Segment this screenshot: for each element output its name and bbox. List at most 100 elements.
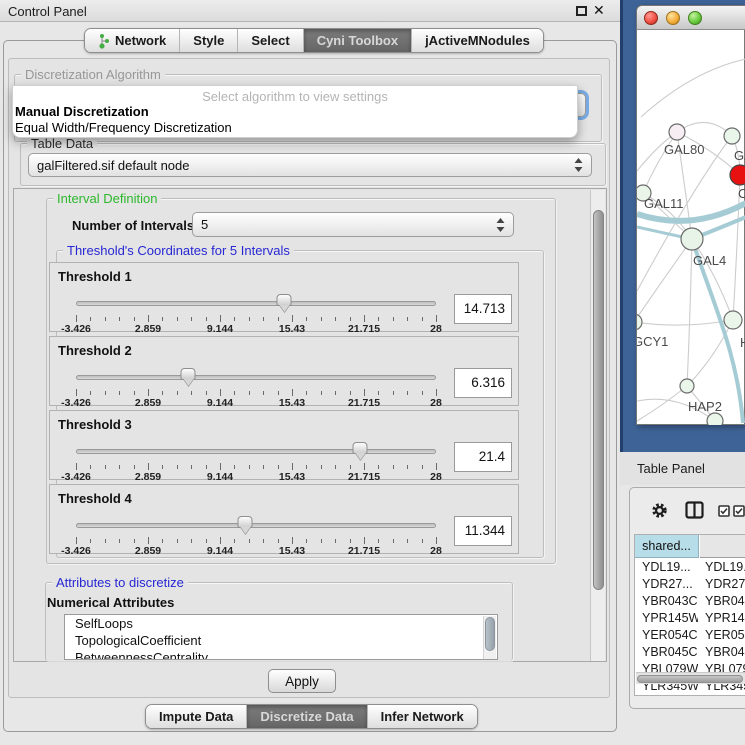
stepper-arrows-icon xyxy=(496,218,505,232)
popup-item-equal-width-frequency[interactable]: Equal Width/Frequency Discretization xyxy=(15,120,232,135)
threshold-1-slider[interactable]: -3.4262.8599.14415.4321.71528 xyxy=(76,291,436,331)
horizontal-scrollbar-thumb[interactable] xyxy=(637,675,743,683)
tab-infer-network[interactable]: Infer Network xyxy=(367,705,477,728)
control-panel-titlebar: Control Panel ✕ xyxy=(0,0,620,22)
node-label-gal4: GAL4 xyxy=(693,253,726,268)
node-bottom[interactable] xyxy=(707,413,723,425)
zoom-traffic-light-icon[interactable] xyxy=(688,11,702,25)
horizontal-scrollbar[interactable] xyxy=(636,672,745,684)
threshold-3-label: Threshold 3 xyxy=(58,417,132,432)
checkbox-checked-icon[interactable] xyxy=(718,505,730,517)
threshold-2-value-field[interactable]: 6.316 xyxy=(454,368,512,398)
threshold-2-slider[interactable]: -3.4262.8599.14415.4321.71528 xyxy=(76,365,436,405)
stepper-arrows-icon xyxy=(574,158,583,172)
node-label-hap2: HAP2 xyxy=(688,399,722,414)
group-title-discretization-algorithm: Discretization Algorithm xyxy=(21,67,165,82)
table-panel: shared... na YDL19...YDL19... YDR27...YD… xyxy=(629,487,745,709)
threshold-2-label: Threshold 2 xyxy=(58,343,132,358)
table-row[interactable]: YBR043CYBR043C xyxy=(635,593,745,610)
threshold-1-value-field[interactable]: 14.713 xyxy=(454,294,512,324)
network-icon xyxy=(98,33,110,49)
tab-jactivemnodules[interactable]: jActiveMNodules xyxy=(411,29,543,52)
threshold-4-value-field[interactable]: 11.344 xyxy=(454,516,512,546)
list-item-betweennesscentrality[interactable]: BetweennessCentrality xyxy=(65,649,497,660)
slider-thumb[interactable] xyxy=(180,368,195,380)
group-title-thresholds: Threshold's Coordinates for 5 Intervals xyxy=(63,243,294,258)
threshold-3-panel: Threshold 3 -3.4262.8599.14415.4321.7152… xyxy=(49,410,519,480)
numerical-attributes-label: Numerical Attributes xyxy=(47,595,174,610)
tab-style[interactable]: Style xyxy=(179,29,237,52)
threshold-4-panel: Threshold 4 -3.4262.8599.14415.4321.7152… xyxy=(49,484,519,554)
threshold-3-slider[interactable]: -3.4262.8599.14415.4321.71528 xyxy=(76,439,436,479)
tab-select[interactable]: Select xyxy=(237,29,302,52)
slider-thumb[interactable] xyxy=(353,442,368,454)
network-window-titlebar xyxy=(637,6,745,30)
node-label-gal11: GAL11 xyxy=(644,196,684,211)
table-panel-header: Table Panel xyxy=(620,452,745,485)
threshold-3-value-field[interactable]: 21.4 xyxy=(454,442,512,472)
tab-impute-data[interactable]: Impute Data xyxy=(146,705,246,728)
threshold-1-label: Threshold 1 xyxy=(58,269,132,284)
node-label-ga: GA xyxy=(734,148,745,163)
group-title-attributes: Attributes to discretize xyxy=(52,575,188,590)
popup-item-manual-discretization[interactable]: Manual Discretization xyxy=(15,104,149,119)
list-scrollbar[interactable] xyxy=(483,616,496,660)
group-title-table-data: Table Data xyxy=(27,136,97,151)
threshold-2-panel: Threshold 2 -3.4262.8599.14415.4321.7152… xyxy=(49,336,519,406)
table-row[interactable]: YIL052CYIL052C xyxy=(635,695,745,696)
gear-icon[interactable] xyxy=(651,502,668,519)
threshold-4-slider[interactable]: -3.4262.8599.14415.4321.71528 xyxy=(76,513,436,553)
node-gal4[interactable] xyxy=(681,228,703,250)
node-attribute-table[interactable]: shared... na YDL19...YDL19... YDR27...YD… xyxy=(634,534,745,696)
window-title: Control Panel xyxy=(8,4,87,19)
minimize-traffic-light-icon[interactable] xyxy=(666,11,680,25)
column-header-shared-name[interactable]: shared... xyxy=(635,535,699,558)
vertical-scrollbar-thumb[interactable] xyxy=(593,210,604,590)
table-row[interactable]: YDL19...YDL19... xyxy=(635,559,745,576)
node-gcy1[interactable] xyxy=(637,314,642,330)
node-label-gal80: GAL80 xyxy=(664,142,704,157)
table-data-combobox[interactable]: galFiltered.sif default node xyxy=(28,153,592,177)
node-label-c: C xyxy=(738,186,745,201)
tab-cyni-toolbox[interactable]: Cyni Toolbox xyxy=(303,29,411,52)
checkbox-checked-icon[interactable] xyxy=(733,505,745,517)
slider-thumb[interactable] xyxy=(276,294,291,306)
node-ga[interactable] xyxy=(724,128,740,144)
close-icon[interactable]: ✕ xyxy=(593,2,605,19)
slider-thumb[interactable] xyxy=(238,516,253,528)
bottom-tabbar: Impute Data Discretize Data Infer Networ… xyxy=(145,704,478,729)
node-gal80[interactable] xyxy=(669,124,685,140)
algorithm-dropdown-popup: Select algorithm to view settings Manual… xyxy=(12,85,578,138)
table-row[interactable]: YPR145WYPR145W xyxy=(635,610,745,627)
screen: Control Panel ✕ Network Style Select Cyn… xyxy=(0,0,745,745)
numerical-attributes-list[interactable]: SelfLoops TopologicalCoefficient Between… xyxy=(64,614,498,660)
table-row[interactable]: YDR27...YDR27... xyxy=(635,576,745,593)
network-window: GAL80 GA C GAL11 GAL4 GCY1 H HAP2 xyxy=(636,5,745,425)
control-panel-tabbar: Network Style Select Cyni Toolbox jActiv… xyxy=(84,28,544,53)
threshold-4-label: Threshold 4 xyxy=(58,491,132,506)
threshold-1-panel: Threshold 1 -3.4262.8599.14415.4321.7152… xyxy=(49,262,519,332)
float-window-icon[interactable] xyxy=(576,6,587,16)
list-scrollbar-thumb[interactable] xyxy=(485,617,495,651)
tab-discretize-data[interactable]: Discretize Data xyxy=(246,705,366,728)
node-h[interactable] xyxy=(724,311,742,329)
list-item-topologicalcoefficient[interactable]: TopologicalCoefficient xyxy=(65,632,497,649)
apply-button[interactable]: Apply xyxy=(268,669,336,693)
number-of-intervals-spinner[interactable]: 5 xyxy=(192,212,514,237)
tab-network[interactable]: Network xyxy=(85,29,179,52)
node-selected-red[interactable] xyxy=(730,165,745,185)
vertical-scrollbar[interactable] xyxy=(590,190,605,661)
split-columns-icon[interactable] xyxy=(685,501,704,519)
number-of-intervals-label: Number of Intervals xyxy=(72,218,194,233)
group-title-interval-definition: Interval Definition xyxy=(53,191,161,206)
node-label-gcy1: GCY1 xyxy=(637,334,668,349)
close-traffic-light-icon[interactable] xyxy=(644,11,658,25)
popup-header: Select algorithm to view settings xyxy=(13,89,577,104)
column-header-name[interactable]: na xyxy=(700,535,745,558)
table-panel-title: Table Panel xyxy=(637,461,705,476)
table-row[interactable]: YER054CYER054C xyxy=(635,627,745,644)
node-hap2[interactable] xyxy=(680,379,694,393)
network-graph-canvas[interactable]: GAL80 GA C GAL11 GAL4 GCY1 H HAP2 xyxy=(637,31,745,425)
list-item-selfloops[interactable]: SelfLoops xyxy=(65,615,497,632)
table-row[interactable]: YBR045CYBR045C xyxy=(635,644,745,661)
